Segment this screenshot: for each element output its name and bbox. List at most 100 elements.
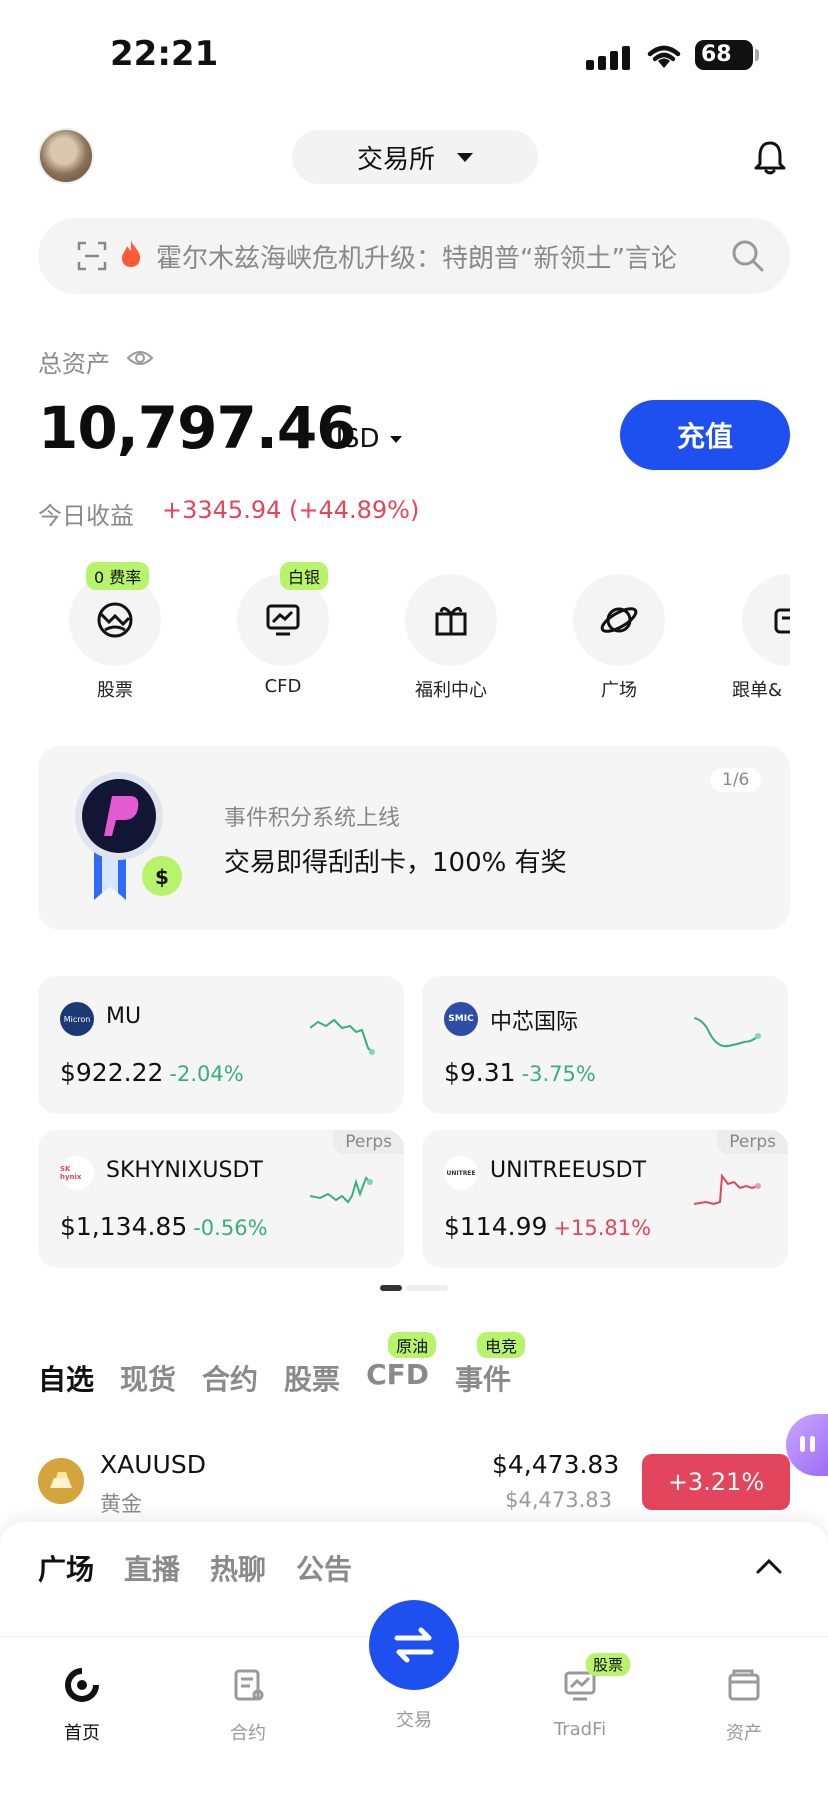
floating-chat-button[interactable]: [786, 1414, 828, 1476]
medal-icon: $: [75, 772, 182, 900]
tab-spot[interactable]: 现货: [120, 1358, 176, 1398]
perps-tag: Perps: [717, 1130, 788, 1154]
tab-square[interactable]: 广场: [38, 1548, 94, 1588]
dollar-badge: $: [155, 865, 169, 889]
micron-logo: Micron: [60, 1002, 94, 1036]
caret-down-icon: [389, 435, 402, 443]
quick-entry-label: 股票: [97, 680, 133, 701]
quick-entry-rewards[interactable]: 福利中心: [396, 574, 506, 702]
tab-label: 事件: [454, 1363, 511, 1396]
currency-selector[interactable]: USD: [324, 424, 402, 454]
bell-icon[interactable]: [750, 138, 790, 178]
quick-entry-label: 跟单&: [732, 680, 783, 701]
ticker-symbol: SKHYNIXUSDT: [106, 1158, 263, 1183]
wifi-icon: [647, 45, 681, 68]
search-bar[interactable]: 霍尔木兹海峡危机升级：特朗普“新领土”言论: [38, 218, 790, 294]
chat-bubble-icon: [800, 1436, 815, 1452]
status-time: 22:21: [110, 34, 219, 74]
nav-label: TradFi: [553, 1719, 607, 1740]
ticker-symbol: 中芯国际: [490, 1010, 579, 1035]
ticker-change: -3.75%: [521, 1062, 596, 1086]
quick-entry-label: 广场: [601, 680, 637, 701]
pager-dot: [406, 1285, 448, 1291]
quick-entry-copy-trade[interactable]: 跟单&: [732, 574, 790, 702]
ticker-price: $114.99: [444, 1212, 548, 1241]
ticker-card-unitree[interactable]: UNITREE UNITREEUSDT $114.99 +15.81% Perps: [422, 1130, 788, 1268]
social-tabs: 广场 直播 热聊 公告: [38, 1548, 352, 1588]
quick-entry-square[interactable]: 广场: [564, 574, 674, 702]
tab-cfd[interactable]: CFD 原油: [366, 1332, 437, 1398]
tab-live[interactable]: 直播: [124, 1548, 180, 1588]
exchange-switch[interactable]: 交易所: [292, 130, 538, 184]
ticker-card-smic[interactable]: SMIC 中芯国际 $9.31 -3.75%: [422, 976, 788, 1114]
crude-oil-tag: 原油: [388, 1332, 437, 1358]
row-name: 黄金: [100, 1492, 142, 1516]
nav-tradfi[interactable]: TradFi 股票: [530, 1651, 630, 1740]
tab-watchlist[interactable]: 自选: [38, 1358, 94, 1398]
smic-logo: SMIC: [444, 1002, 478, 1036]
ticker-symbol: MU: [106, 1004, 142, 1029]
table-row[interactable]: XAUUSD 黄金 $4,473.83 $4,473.83 +3.21%: [0, 1440, 828, 1530]
row-symbol: XAUUSD: [100, 1450, 206, 1479]
scan-icon[interactable]: [76, 240, 108, 272]
document-icon: [234, 1669, 264, 1701]
search-icon[interactable]: [730, 238, 766, 274]
tab-futures[interactable]: 合约: [202, 1358, 258, 1398]
row-change-badge[interactable]: +3.21%: [642, 1454, 790, 1510]
deposit-button[interactable]: 充值: [620, 400, 790, 470]
planet-icon: [600, 607, 638, 633]
gold-bar-icon: [38, 1458, 84, 1504]
battery-tip: [755, 49, 759, 61]
avatar[interactable]: [38, 128, 94, 184]
globe-icon: [97, 602, 133, 638]
banner-subtitle: 事件积分系统上线: [224, 806, 401, 831]
today-pnl-label: 今日收益: [38, 502, 134, 530]
chart-monitor-icon: [266, 604, 300, 636]
tab-stocks[interactable]: 股票: [284, 1358, 340, 1398]
nav-label: 合约: [230, 1723, 266, 1744]
nav-label: 首页: [64, 1723, 100, 1744]
ticker-price: $9.31: [444, 1058, 516, 1087]
exchange-label: 交易所: [356, 144, 435, 175]
quick-entry-cfd[interactable]: CFD 白银: [228, 562, 338, 697]
row-sub-price: $4,473.83: [505, 1488, 612, 1512]
sparkline: [310, 1176, 373, 1204]
today-pnl-value: +3345.94 (+44.89%): [162, 496, 420, 524]
total-assets-label: 总资产: [38, 350, 110, 378]
tab-announcements[interactable]: 公告: [296, 1548, 352, 1588]
sparkline: [694, 1017, 761, 1048]
ticker-card-skhynix[interactable]: SK hynix SKHYNIXUSDT $1,134.85 -0.56% Per…: [38, 1130, 404, 1268]
ticker-card-mu[interactable]: Micron MU $922.22 -2.04%: [38, 976, 404, 1114]
quick-entry-label: 福利中心: [415, 680, 487, 701]
skhynix-logo: SK hynix: [60, 1156, 94, 1190]
fire-icon: [122, 240, 140, 267]
nav-label: 资产: [726, 1723, 762, 1744]
quick-entry-stocks[interactable]: 股票 0 费率: [60, 562, 170, 702]
zero-fee-tag: 0 费率: [86, 562, 150, 590]
copy-trade-icon: [774, 608, 790, 634]
search-headline[interactable]: 霍尔木兹海峡危机升级：特朗普“新领土”言论: [156, 238, 677, 275]
stocks-tag: 股票: [586, 1653, 630, 1676]
nav-assets[interactable]: 资产: [694, 1651, 794, 1745]
trade-label: 交易: [396, 1710, 432, 1731]
ticker-change: -0.56%: [193, 1216, 268, 1240]
esports-tag: 电竞: [476, 1332, 525, 1358]
chevron-up-icon[interactable]: [756, 1556, 782, 1576]
silver-tag: 白银: [280, 562, 329, 590]
quick-entry-label: CFD: [264, 676, 302, 697]
trade-button[interactable]: [369, 1600, 459, 1690]
ticker-price: $922.22: [60, 1058, 164, 1087]
swap-arrows-icon: [394, 1627, 434, 1663]
ticker-price: $1,134.85: [60, 1212, 188, 1241]
sparkline: [694, 1173, 761, 1206]
caret-down-icon: [457, 152, 473, 162]
unitree-logo: UNITREE: [444, 1156, 478, 1190]
battery-indicator: 68: [695, 40, 753, 70]
tab-events[interactable]: 事件 电竞: [454, 1332, 525, 1398]
cellular-signal-icon: [586, 44, 630, 70]
nav-futures[interactable]: 合约: [198, 1651, 298, 1745]
eye-icon[interactable]: [126, 348, 154, 368]
tab-hot-chat[interactable]: 热聊: [210, 1548, 266, 1588]
promo-banner[interactable]: $ 事件积分系统上线 交易即得刮刮卡，100% 有奖 1/6: [38, 746, 790, 930]
nav-home[interactable]: 首页: [32, 1651, 132, 1745]
